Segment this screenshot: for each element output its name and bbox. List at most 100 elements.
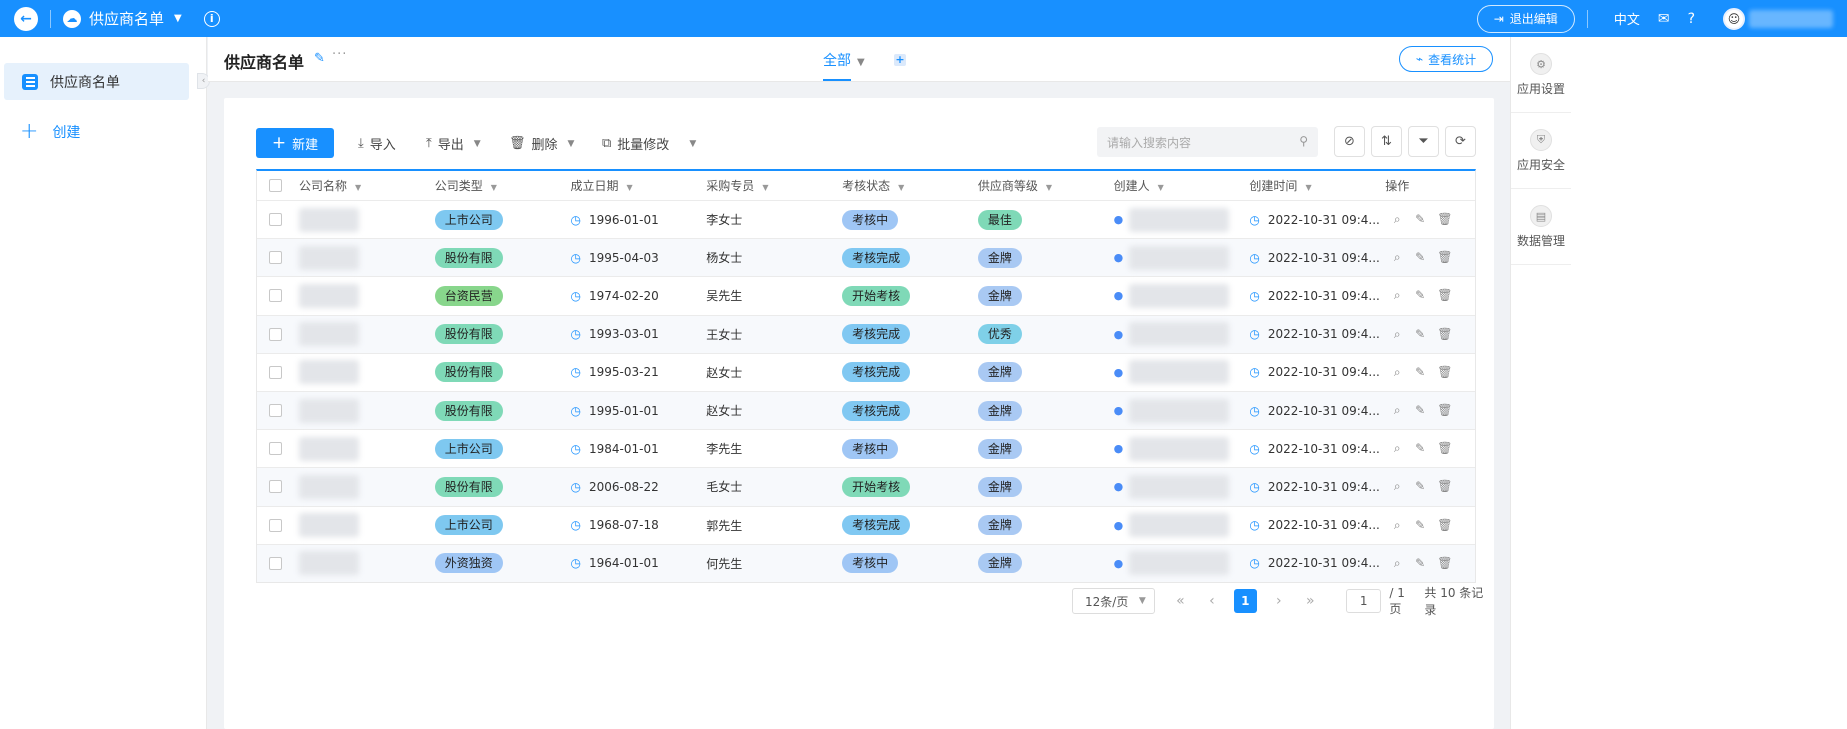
- row-checkbox[interactable]: [269, 327, 282, 341]
- export-button[interactable]: ⤒ 导出 ▼: [426, 134, 481, 153]
- rail-item-data-management[interactable]: ▤ 数据管理: [1511, 189, 1571, 265]
- select-all-checkbox[interactable]: [269, 179, 282, 192]
- edit-icon[interactable]: ✎: [1414, 479, 1426, 494]
- create-button[interactable]: + 创建: [20, 121, 80, 143]
- last-page-icon[interactable]: »: [1295, 593, 1326, 609]
- edit-icon[interactable]: ✎: [1414, 556, 1426, 571]
- sidebar-item-supplier-list[interactable]: 供应商名单: [4, 63, 189, 100]
- hide-fields-button[interactable]: ⊘: [1334, 126, 1365, 157]
- trash-icon[interactable]: 🗑: [1437, 250, 1452, 265]
- batch-edit-button[interactable]: ⧉ 批量修改 ▼: [602, 134, 696, 153]
- trash-icon[interactable]: 🗑: [1437, 556, 1452, 571]
- row-checkbox[interactable]: [269, 556, 282, 570]
- edit-icon[interactable]: ✎: [1414, 518, 1426, 533]
- created-time: 2022-10-31 09:4...: [1267, 250, 1380, 265]
- view-detail-icon[interactable]: ⌕: [1391, 288, 1403, 303]
- trash-icon[interactable]: 🗑: [1437, 212, 1452, 227]
- search-input[interactable]: 请输入搜索内容 ⚲: [1097, 127, 1318, 157]
- rail-item-app-settings[interactable]: ⚙ 应用设置: [1511, 37, 1571, 113]
- row-checkbox[interactable]: [269, 404, 282, 418]
- next-page-icon[interactable]: ›: [1263, 593, 1294, 609]
- view-detail-icon[interactable]: ⌕: [1391, 403, 1403, 418]
- column-header[interactable]: 考核状态 ▼: [842, 177, 978, 194]
- app-title[interactable]: 供应商名单: [89, 8, 164, 29]
- table-row[interactable]: 股份有限 ◷ 1995-04-03 杨女士 考核完成 金牌 ● ◷ 2022-10-31 09:…: [257, 238, 1475, 277]
- table-row[interactable]: 股份有限 ◷ 2006-08-22 毛女士 开始考核 金牌 ● ◷ 2022-10-31 09:…: [257, 467, 1475, 506]
- edit-icon[interactable]: ✎: [1414, 365, 1426, 380]
- view-detail-icon[interactable]: ⌕: [1391, 556, 1403, 571]
- language-switch[interactable]: 中文: [1614, 9, 1640, 28]
- row-checkbox[interactable]: [269, 289, 282, 303]
- exit-edit-button[interactable]: ⇥ 退出编辑: [1476, 4, 1575, 33]
- edit-icon[interactable]: ✎: [1414, 403, 1426, 418]
- page-jump-input[interactable]: 1: [1345, 589, 1382, 613]
- tab-all[interactable]: 全部 ▼: [823, 50, 865, 70]
- filter-button[interactable]: ⏷: [1408, 126, 1439, 157]
- view-detail-icon[interactable]: ⌕: [1391, 250, 1403, 265]
- new-button[interactable]: + 新建: [256, 128, 334, 158]
- view-detail-icon[interactable]: ⌕: [1391, 441, 1403, 456]
- buyer-name: 李先生: [706, 442, 743, 457]
- add-view-icon[interactable]: +: [894, 54, 906, 66]
- trash-icon[interactable]: 🗑: [1437, 327, 1452, 342]
- chevron-down-icon[interactable]: ▼: [174, 13, 182, 24]
- table-row[interactable]: 上市公司 ◷ 1984-01-01 李先生 考核中 金牌 ● ◷ 2022-10-31 09:4…: [257, 429, 1475, 467]
- table-row[interactable]: 股份有限 ◷ 1995-01-01 赵女士 考核完成 金牌 ● ◷ 2022-10-31 09:…: [257, 390, 1475, 430]
- edit-icon[interactable]: ✎: [1414, 441, 1426, 456]
- level-cell: 金牌: [977, 438, 1114, 459]
- row-checkbox[interactable]: [269, 480, 282, 494]
- trash-icon[interactable]: 🗑: [1437, 479, 1452, 494]
- current-page-button[interactable]: 1: [1233, 589, 1258, 613]
- status-badge: 考核完成: [842, 247, 911, 268]
- edit-icon[interactable]: ✎: [1414, 327, 1426, 342]
- refresh-button[interactable]: ⟳: [1445, 126, 1476, 157]
- column-header[interactable]: 公司类型 ▼: [435, 177, 571, 194]
- row-checkbox[interactable]: [269, 251, 282, 265]
- import-button[interactable]: ⤓ 导入: [358, 134, 396, 153]
- view-detail-icon[interactable]: ⌕: [1391, 327, 1403, 342]
- trash-icon[interactable]: 🗑: [1437, 365, 1452, 380]
- info-icon[interactable]: i: [203, 10, 220, 27]
- trash-icon[interactable]: 🗑: [1437, 518, 1452, 533]
- trash-icon[interactable]: 🗑: [1437, 441, 1452, 456]
- page-size-select[interactable]: 12条/页 ▼: [1072, 588, 1155, 614]
- table-row[interactable]: 股份有限 ◷ 1995-03-21 赵女士 考核完成 金牌 ● ◷ 2022-10-31 09:…: [257, 352, 1475, 391]
- prev-page-icon[interactable]: ‹: [1196, 593, 1227, 609]
- delete-button[interactable]: 🗑 删除 ▼: [509, 134, 574, 153]
- column-header[interactable]: 供应商等级 ▼: [978, 177, 1114, 194]
- mail-icon[interactable]: ✉: [1658, 11, 1670, 27]
- row-checkbox[interactable]: [269, 518, 282, 532]
- column-header[interactable]: 成立日期 ▼: [571, 177, 707, 194]
- edit-icon[interactable]: ✎: [1414, 250, 1426, 265]
- trash-icon[interactable]: 🗑: [1437, 288, 1452, 303]
- row-checkbox[interactable]: [269, 365, 282, 379]
- table-row[interactable]: 台资民营 ◷ 1974-02-20 吴先生 开始考核 金牌 ● ◷ 2022-10-31 09:…: [257, 276, 1475, 314]
- edit-icon[interactable]: ✎: [1414, 288, 1426, 303]
- row-checkbox[interactable]: [269, 442, 282, 456]
- user-name-blurred[interactable]: [1749, 9, 1833, 28]
- back-icon[interactable]: ←: [14, 6, 38, 31]
- column-header[interactable]: 创建时间 ▼: [1249, 177, 1385, 194]
- more-icon[interactable]: ···: [332, 47, 347, 62]
- table-row[interactable]: 股份有限 ◷ 1993-03-01 王女士 考核完成 优秀 ● ◷ 2022-10-31 09:…: [257, 314, 1475, 353]
- sort-button[interactable]: ⇅: [1371, 126, 1402, 157]
- view-detail-icon[interactable]: ⌕: [1391, 365, 1403, 380]
- column-header[interactable]: 采购专员 ▼: [706, 177, 842, 194]
- column-header[interactable]: 公司名称 ▼: [299, 177, 435, 194]
- edit-icon[interactable]: ✎: [314, 51, 325, 66]
- rail-item-app-security[interactable]: ⛨ 应用安全: [1511, 113, 1571, 189]
- first-page-icon[interactable]: «: [1165, 593, 1196, 609]
- trash-icon[interactable]: 🗑: [1437, 403, 1452, 418]
- view-detail-icon[interactable]: ⌕: [1391, 212, 1403, 227]
- column-header[interactable]: 创建人 ▼: [1114, 177, 1250, 194]
- avatar[interactable]: ☺: [1723, 7, 1745, 30]
- edit-icon[interactable]: ✎: [1414, 212, 1426, 227]
- view-detail-icon[interactable]: ⌕: [1391, 518, 1403, 533]
- view-detail-icon[interactable]: ⌕: [1391, 479, 1403, 494]
- table-row[interactable]: 外资独资 ◷ 1964-01-01 何先生 考核中 金牌 ● ◷ 2022-10-31 09:4…: [257, 543, 1475, 582]
- table-row[interactable]: 上市公司 ◷ 1996-01-01 李女士 考核中 最佳 ● ◷ 2022-10-31 09:4…: [257, 200, 1475, 238]
- help-icon[interactable]: ?: [1688, 11, 1695, 27]
- table-row[interactable]: 上市公司 ◷ 1968-07-18 郭先生 考核完成 金牌 ● ◷ 2022-10-31 09:…: [257, 505, 1475, 544]
- view-stats-button[interactable]: ⌁ 查看统计: [1399, 46, 1493, 72]
- row-checkbox[interactable]: [269, 213, 282, 227]
